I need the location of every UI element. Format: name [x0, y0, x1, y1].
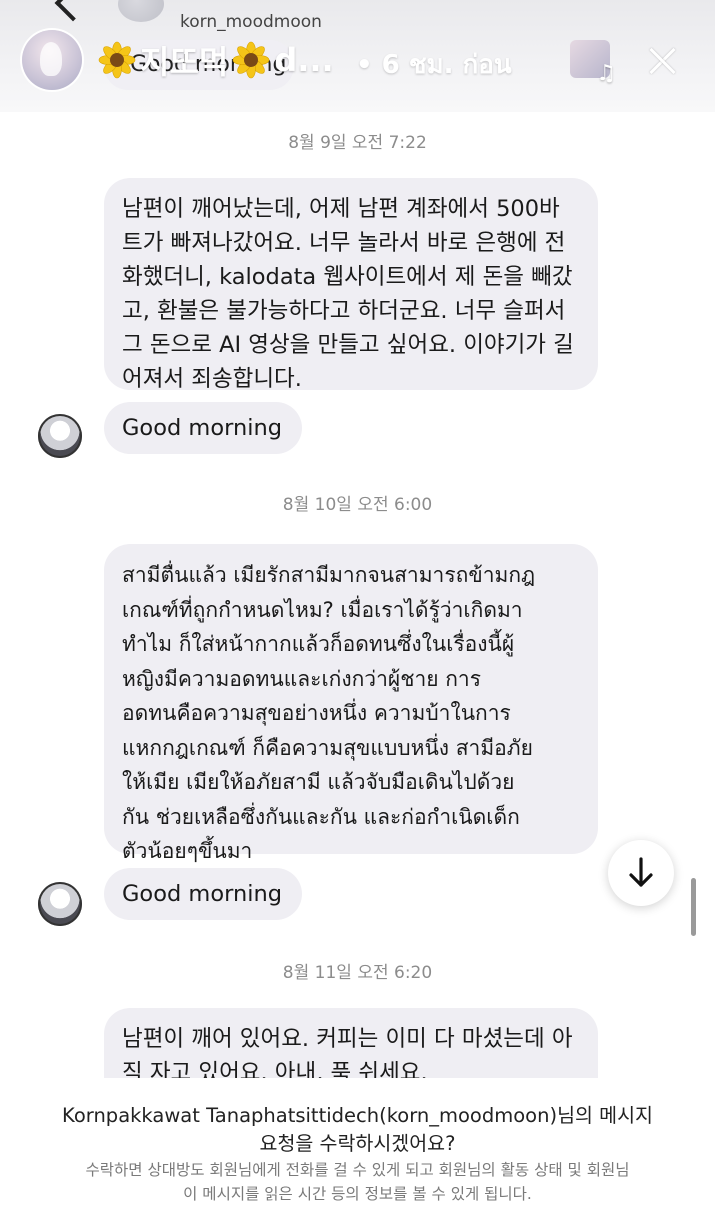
request-title-line: Kornpakkawat Tanaphatsittidech(korn_mood…: [62, 1104, 653, 1127]
close-icon[interactable]: [640, 40, 684, 84]
message-line: ให้เมีย เมียให้อภัยสามี แล้วจับมือเดินไป…: [122, 770, 515, 794]
message-line: 어져서 죄송합니다.: [122, 366, 302, 392]
message-line: 트가 빠져나갔어요. 너무 놀라서 바로 은행에 전: [122, 230, 566, 256]
message-text: Good morning: [122, 415, 282, 441]
request-title-line: 요청을 수락하시겠어요?: [259, 1132, 456, 1155]
request-desc-line: 이 메시지를 읽은 시간 등의 정보를 볼 수 있게 됩니다.: [183, 1185, 532, 1203]
message-line: ทำไม ก็ใส่หน้ากากแล้วก็อดทนซึ่งในเรื่องน…: [122, 632, 515, 656]
message-bubble[interactable]: สามีตื่นแล้ว เมียรักสามีมากจนสามารถข้ามก…: [104, 544, 598, 863]
message-line: 남편이 깨어났는데, 어제 남편 계좌에서 500바: [122, 196, 560, 222]
request-description: 수락하면 상대방도 회원님에게 전화를 걸 수 있게 되고 회원님의 활동 상태…: [30, 1158, 685, 1206]
message-line: หญิงมีความอดทนและเก่งกว่าผู้ชาย การ: [122, 666, 481, 691]
message-line: สามีตื่นแล้ว เมียรักสามีมากจนสามารถข้ามก…: [122, 563, 536, 587]
message-line: แหกกฎเกณฑ์ ก็คือความสุขแบบหนึ่ง สามีอภัย: [122, 735, 533, 760]
story-title-text: 지또먹: [140, 43, 229, 81]
arrow-down-icon: [629, 857, 653, 887]
message-line: 그 돈으로 AI 영상을 만들고 싶어요. 이야기가 길: [122, 332, 574, 358]
message-timestamp: 8월 9일 오전 7:22: [288, 133, 427, 153]
message-bubble[interactable]: Good morning: [104, 868, 302, 920]
music-thumbnail[interactable]: ♫: [570, 40, 616, 86]
message-line: กัน ช่วยเหลือซึ่งกันและกัน และก่อกำเนิดเ…: [122, 804, 520, 829]
story-avatar[interactable]: [22, 30, 82, 90]
scroll-to-bottom-button[interactable]: [608, 840, 674, 906]
sunflower-icon: [232, 41, 270, 79]
message-line: 고, 환불은 불가능하다고 하더군요. 너무 슬퍼서: [122, 298, 566, 324]
story-timestamp: • 6 ชม. ก่อน: [356, 50, 512, 80]
message-line: ตัวน้อยๆขึ้นมา: [122, 839, 253, 863]
message-line: 남편이 깨어 있어요. 커피는 이미 다 마셨는데 아: [122, 1026, 573, 1052]
sunflower-icon: [98, 41, 136, 79]
sender-avatar[interactable]: [38, 414, 82, 458]
music-note-icon: ♫: [596, 61, 616, 86]
sender-avatar[interactable]: [38, 882, 82, 926]
story-title-suffix: d...: [274, 41, 334, 79]
request-title: Kornpakkawat Tanaphatsittidech(korn_mood…: [0, 1102, 715, 1158]
message-line: 화했더니, kalodata 웹사이트에서 제 돈을 빼갔: [122, 264, 573, 290]
message-text: Good morning: [122, 881, 282, 907]
message-request-panel: Kornpakkawat Tanaphatsittidech(korn_mood…: [0, 1078, 715, 1203]
scrollbar[interactable]: [691, 878, 696, 936]
message-timestamp: 8월 11일 오전 6:20: [282, 963, 433, 983]
message-line: เกณฑ์ที่ถูกกำหนดไหม? เมื่อเราได้รู้ว่าเก…: [122, 597, 523, 622]
message-timestamp: 8월 10일 오전 6:00: [282, 495, 433, 515]
story-title[interactable]: 지또먹 d...: [98, 38, 338, 82]
message-line: อดทนคือความสุขอย่างหนึ่ง ความบ้าในการ: [122, 701, 511, 725]
message-bubble[interactable]: Good morning: [104, 402, 302, 454]
message-bubble[interactable]: 남편이 깨어났는데, 어제 남편 계좌에서 500바 트가 빠져나갔어요. 너무…: [104, 178, 598, 392]
chat-username: korn_moodmoon: [180, 12, 322, 32]
request-desc-line: 수락하면 상대방도 회원님에게 전화를 걸 수 있게 되고 회원님의 활동 상태…: [85, 1161, 630, 1179]
